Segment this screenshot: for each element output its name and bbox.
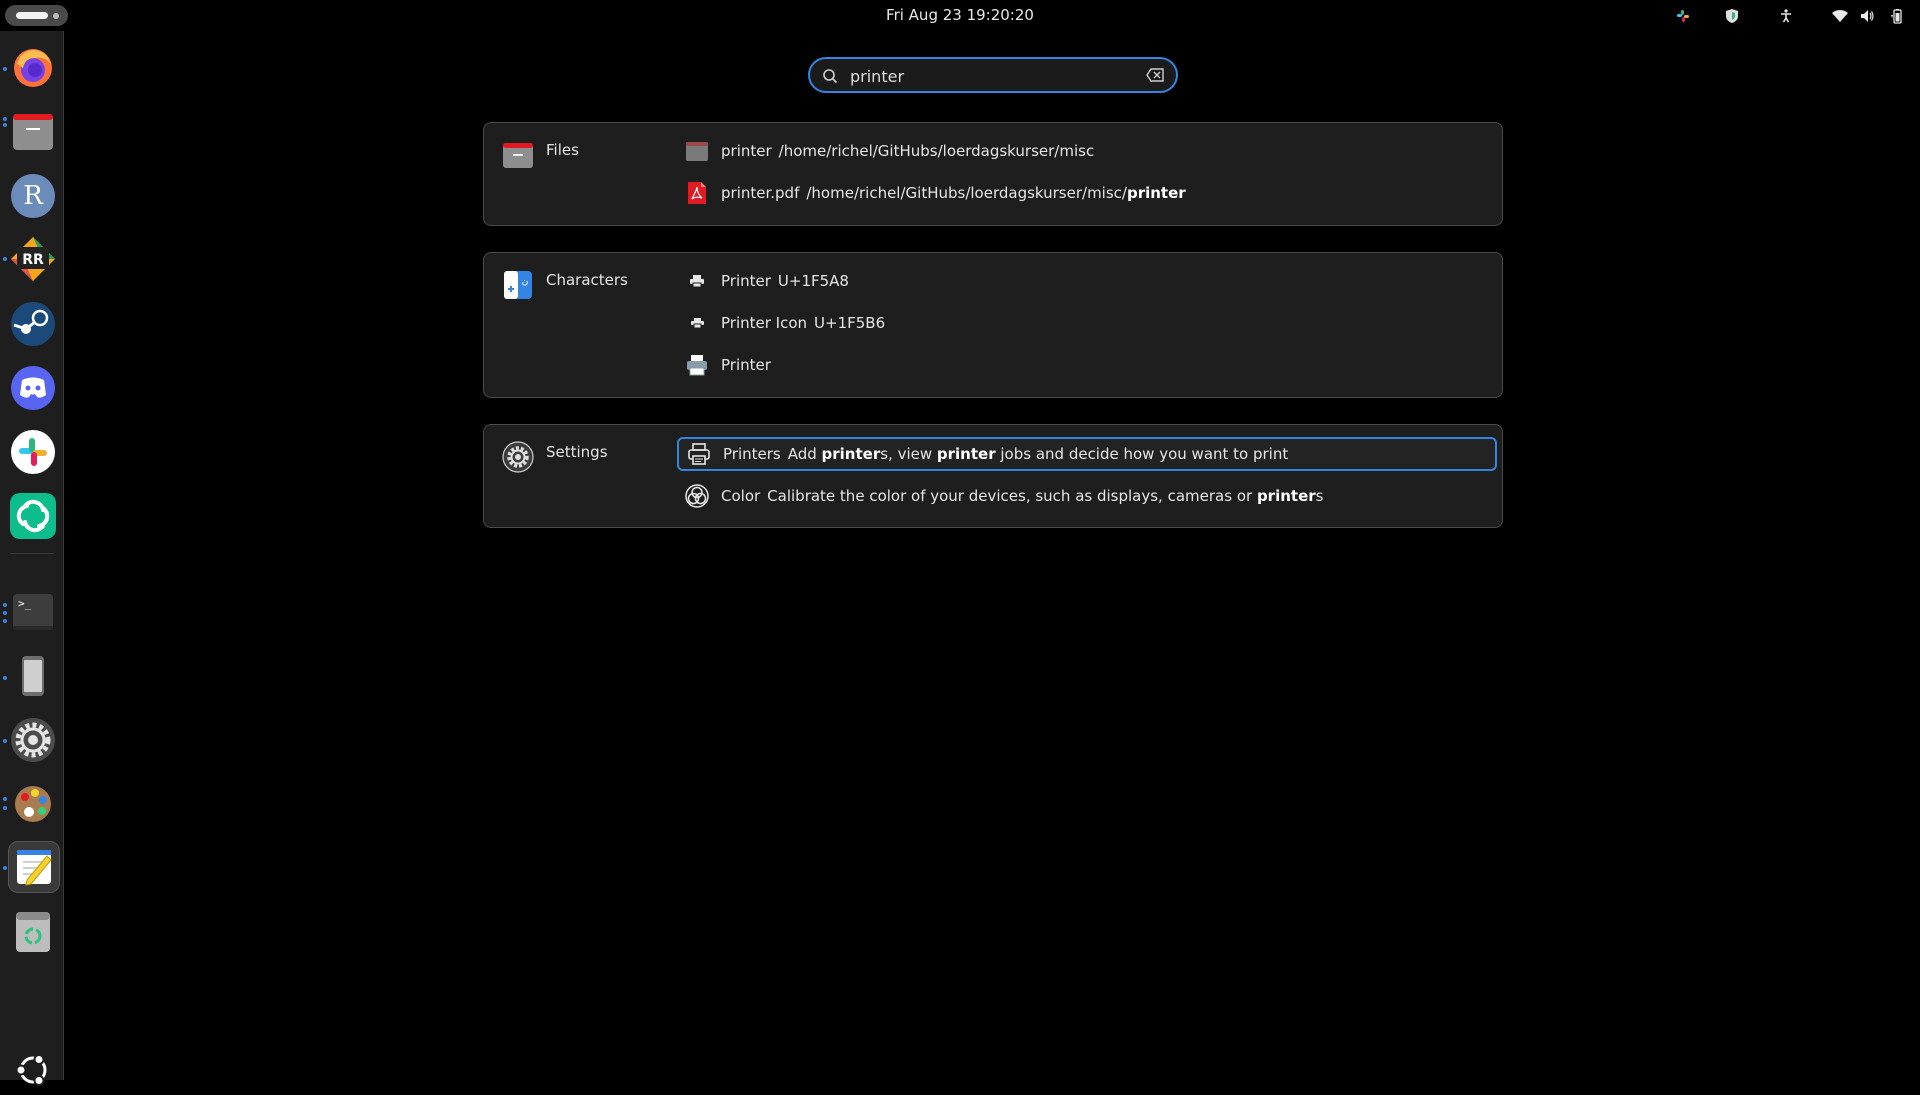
result-description: Add printers, view printer jobs and deci… bbox=[787, 445, 1289, 463]
dock-element[interactable] bbox=[8, 491, 58, 541]
result-title: Printers bbox=[723, 445, 781, 463]
dock-rstudio[interactable]: RR bbox=[8, 234, 58, 284]
battery-icon[interactable] bbox=[1887, 6, 1907, 26]
files-provider-label: Files bbox=[546, 141, 579, 159]
result-description: /home/richel/GitHubs/loerdagskurser/misc… bbox=[806, 184, 1186, 202]
running-indicator bbox=[3, 676, 7, 680]
printer-outline-icon bbox=[688, 443, 710, 465]
firefox-icon bbox=[14, 49, 52, 87]
text-editor-icon bbox=[17, 850, 52, 886]
running-indicator bbox=[3, 257, 7, 261]
folder-icon bbox=[13, 114, 53, 150]
result-row[interactable]: Printer Icon U+1F5B6 bbox=[677, 306, 1499, 340]
result-row[interactable]: printer /home/richel/GitHubs/loerdagskur… bbox=[677, 134, 1499, 168]
printer-small-icon bbox=[690, 318, 704, 328]
running-indicator bbox=[3, 797, 7, 801]
discord-icon bbox=[11, 366, 55, 410]
wifi-icon[interactable] bbox=[1830, 6, 1850, 26]
rstudio-icon: RR bbox=[11, 237, 55, 281]
result-row-selected[interactable]: Printers Add printers, view printer jobs… bbox=[677, 437, 1497, 471]
settings-results-section: Settings Printers Add printers, view pri… bbox=[483, 424, 1503, 528]
steam-icon bbox=[11, 302, 55, 346]
shield-icon[interactable] bbox=[1722, 6, 1742, 26]
dock-firefox[interactable] bbox=[8, 43, 58, 93]
result-title: printer bbox=[721, 142, 772, 160]
printer-color-icon bbox=[687, 355, 707, 376]
slack-tray-icon[interactable] bbox=[1673, 6, 1693, 26]
trash-icon bbox=[16, 912, 50, 952]
dock-steam[interactable] bbox=[8, 299, 58, 349]
running-indicator bbox=[3, 806, 7, 810]
files-provider-icon[interactable] bbox=[502, 139, 534, 171]
terminal-icon: >_ bbox=[13, 594, 53, 630]
dock-paint[interactable] bbox=[8, 779, 58, 829]
dock: R RR >_ bbox=[0, 31, 64, 1086]
svg-text:ن: ن bbox=[522, 277, 529, 287]
result-description: Calibrate the color of your devices, suc… bbox=[767, 487, 1324, 505]
slack-icon bbox=[11, 430, 55, 474]
files-results-section: Files printer /home/richel/GitHubs/loerd… bbox=[483, 122, 1503, 226]
result-title: Printer bbox=[721, 356, 771, 374]
search-input[interactable] bbox=[848, 64, 1132, 88]
running-indicator bbox=[3, 739, 7, 743]
printer-emoji-icon bbox=[690, 275, 704, 287]
result-row[interactable]: Printer bbox=[677, 348, 1499, 382]
settings-provider-label: Settings bbox=[546, 443, 608, 461]
search-icon bbox=[823, 69, 838, 84]
result-row[interactable]: printer.pdf /home/richel/GitHubs/loerdag… bbox=[677, 176, 1499, 210]
color-icon bbox=[685, 484, 709, 508]
result-description: U+1F5B6 bbox=[814, 314, 886, 332]
characters-provider-icon[interactable]: ن bbox=[502, 269, 534, 301]
result-row[interactable]: Printer U+1F5A8 bbox=[677, 264, 1499, 298]
dock-text-editor[interactable] bbox=[8, 841, 60, 893]
result-title: Color bbox=[721, 487, 761, 505]
result-description: U+1F5A8 bbox=[777, 272, 849, 290]
result-row[interactable]: Color Calibrate the color of your device… bbox=[677, 479, 1499, 513]
gear-icon bbox=[11, 718, 55, 762]
clear-search-icon[interactable] bbox=[1146, 68, 1164, 82]
dock-discord[interactable] bbox=[8, 363, 58, 413]
search-entry[interactable] bbox=[808, 57, 1178, 93]
svg-text:>_: >_ bbox=[18, 597, 32, 610]
show-apps-button[interactable] bbox=[8, 1045, 58, 1095]
phone-icon bbox=[22, 656, 44, 696]
characters-provider-label: Characters bbox=[546, 271, 628, 289]
r-icon: R bbox=[11, 174, 55, 218]
palette-icon bbox=[15, 786, 51, 822]
dock-r[interactable]: R bbox=[8, 171, 58, 221]
dock-slack[interactable] bbox=[8, 427, 58, 477]
result-title: Printer bbox=[721, 272, 771, 290]
dock-separator bbox=[10, 553, 54, 554]
accessibility-icon[interactable] bbox=[1776, 6, 1796, 26]
element-icon bbox=[10, 493, 56, 539]
running-indicator bbox=[3, 117, 7, 121]
running-indicator bbox=[3, 866, 7, 870]
pdf-icon bbox=[688, 182, 706, 204]
dock-files[interactable] bbox=[8, 107, 58, 157]
svg-text:RR: RR bbox=[22, 252, 44, 268]
result-description: /home/richel/GitHubs/loerdagskurser/misc bbox=[778, 142, 1095, 160]
ubuntu-logo-icon bbox=[15, 1054, 47, 1086]
dock-trash[interactable] bbox=[8, 907, 58, 957]
running-indicator bbox=[3, 67, 7, 71]
dock-terminal[interactable]: >_ bbox=[8, 587, 58, 637]
result-title: printer.pdf bbox=[721, 184, 800, 202]
running-indicator bbox=[3, 619, 7, 623]
clock[interactable]: Fri Aug 23 19:20:20 bbox=[0, 6, 1920, 24]
volume-icon[interactable] bbox=[1857, 6, 1877, 26]
folder-icon bbox=[686, 142, 708, 161]
running-indicator bbox=[3, 123, 7, 127]
dock-settings[interactable] bbox=[8, 715, 58, 765]
running-indicator bbox=[3, 603, 7, 607]
running-indicator bbox=[3, 611, 7, 615]
dock-device[interactable] bbox=[8, 651, 58, 701]
settings-provider-icon[interactable] bbox=[502, 441, 534, 473]
top-bar: Fri Aug 23 19:20:20 bbox=[0, 0, 1920, 31]
svg-text:R: R bbox=[23, 181, 44, 211]
characters-results-section: ن Characters Printer U+1F5A8 Printer Ico… bbox=[483, 252, 1503, 398]
result-title: Printer Icon bbox=[721, 314, 808, 332]
